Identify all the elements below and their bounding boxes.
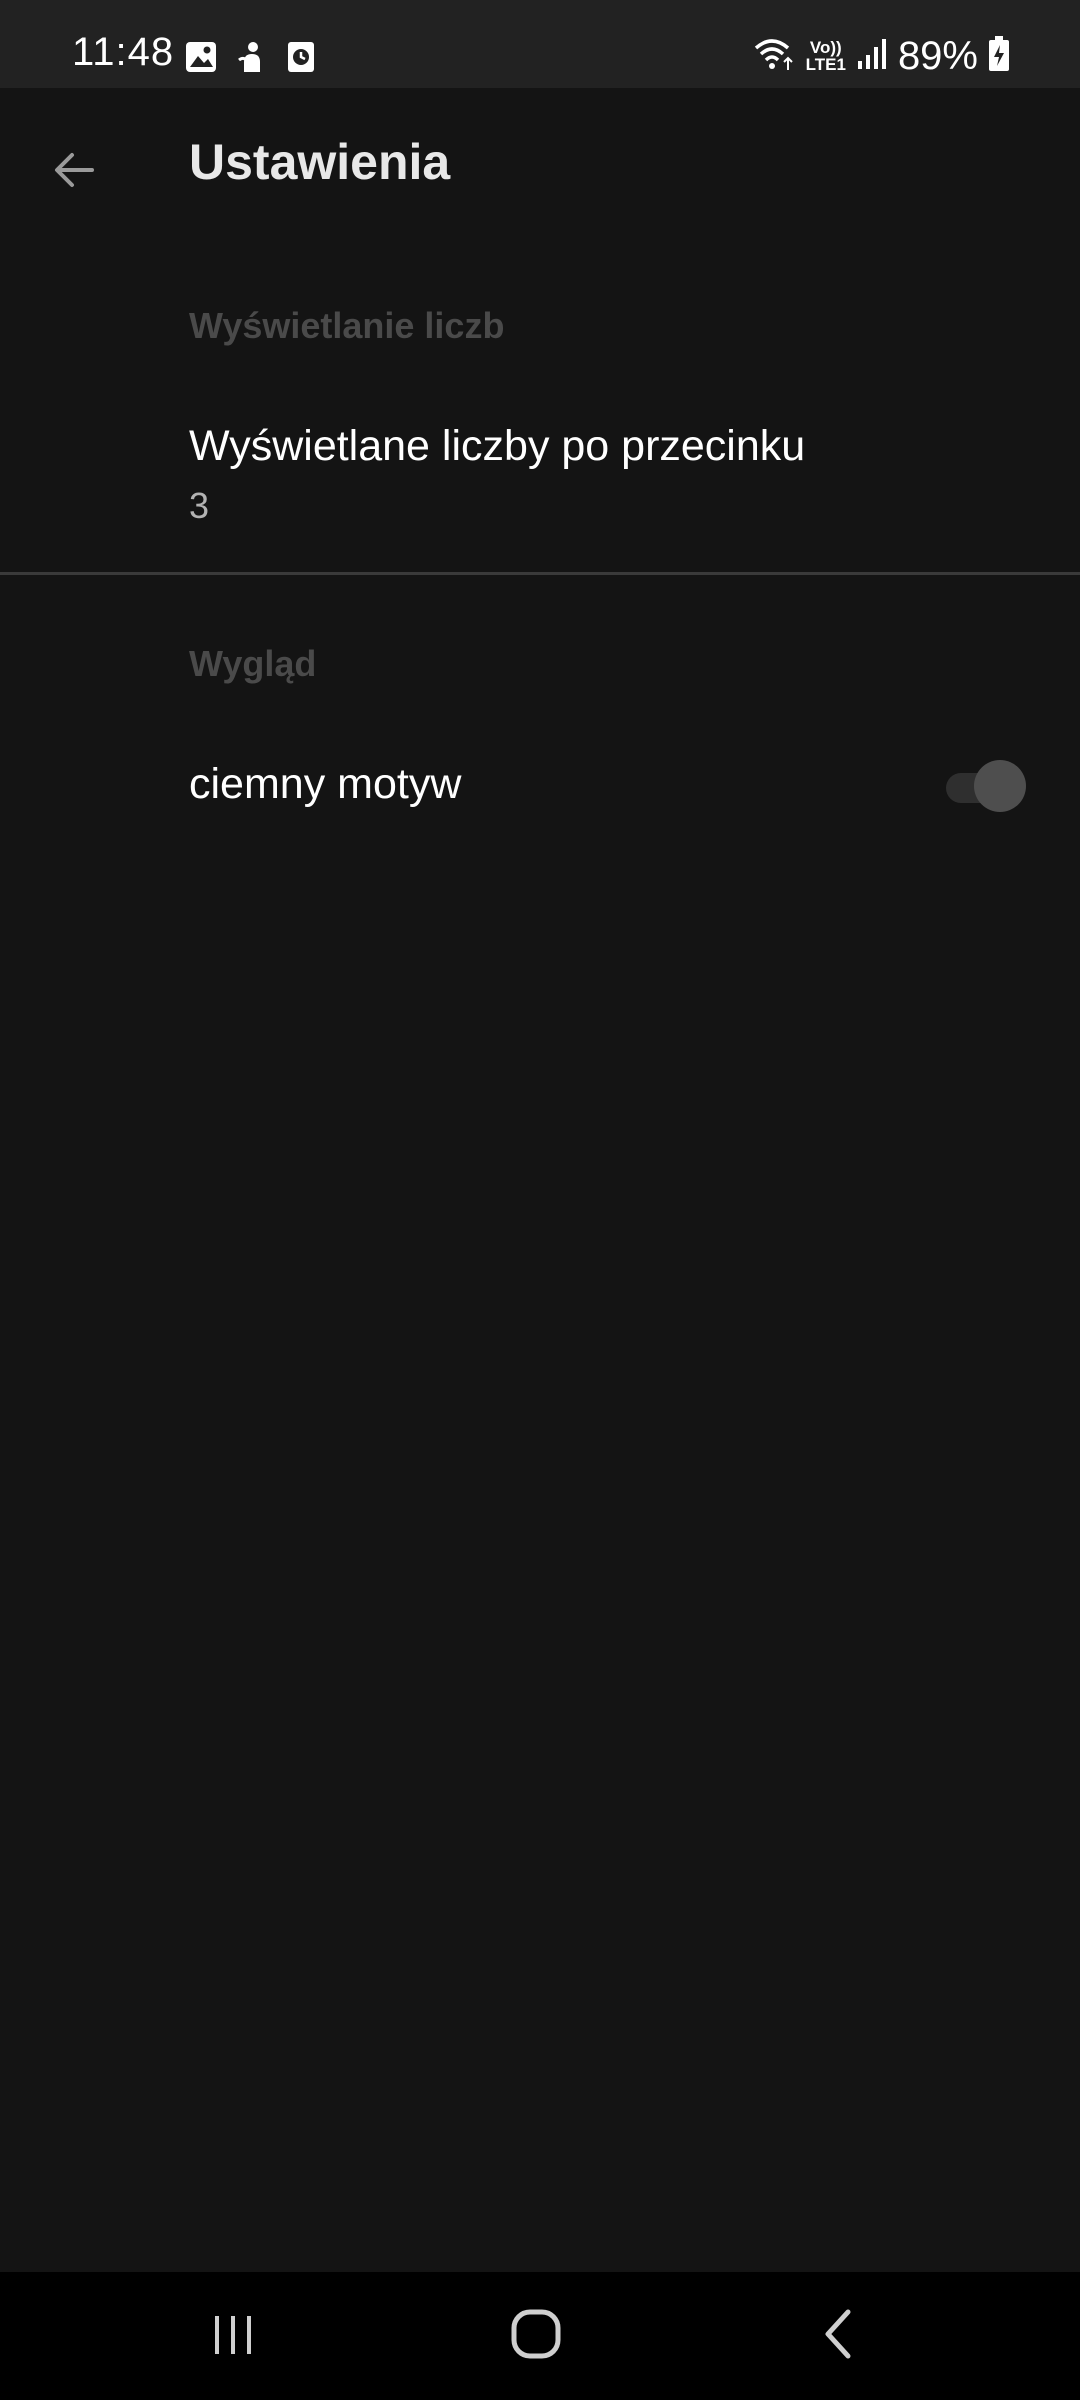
page-title: Ustawienia — [189, 134, 451, 190]
signal-icon — [856, 37, 888, 76]
app-notification-icon — [236, 40, 268, 79]
recent-apps-icon — [209, 2310, 257, 2363]
volte-label: Vo)) — [809, 38, 842, 57]
lte-label: LTE1 — [805, 55, 846, 74]
wifi-icon — [752, 36, 796, 77]
decimal-places-preference[interactable]: Wyświetlane liczby po przecinku 3 — [0, 400, 1080, 572]
back-icon — [816, 2308, 860, 2365]
app-toolbar: Ustawienia — [0, 88, 1080, 240]
home-icon — [509, 2307, 563, 2366]
battery-percentage: 89% — [897, 34, 978, 78]
image-icon — [184, 40, 218, 79]
status-system-icons: Vo)) LTE1 89% — [752, 34, 1010, 78]
settings-screen: 11:48 Vo)) LTE1 89% Ustawienia Wyświetla… — [0, 0, 1080, 2400]
battery-charging-icon — [988, 35, 1010, 77]
back-button[interactable] — [30, 128, 118, 216]
status-bar: 11:48 Vo)) LTE1 89% — [0, 0, 1080, 88]
switch-thumb — [974, 760, 1026, 812]
status-notification-icons — [184, 40, 316, 79]
category-appearance: Wygląd — [189, 643, 317, 684]
category-number-display: Wyświetlanie liczb — [189, 305, 505, 346]
section-divider — [0, 572, 1080, 575]
navigation-bar — [0, 2272, 1080, 2400]
recent-apps-button[interactable] — [183, 2296, 283, 2376]
arrow-back-icon — [50, 146, 98, 199]
system-back-button[interactable] — [788, 2296, 888, 2376]
volte-icon: Vo)) LTE1 — [806, 39, 846, 73]
dark-theme-title: ciemny motyw — [189, 760, 462, 808]
home-button[interactable] — [486, 2296, 586, 2376]
decimal-places-value: 3 — [189, 485, 210, 526]
clock-app-icon — [286, 40, 316, 79]
dark-theme-switch[interactable] — [944, 758, 1028, 814]
decimal-places-title: Wyświetlane liczby po przecinku — [189, 422, 806, 470]
dark-theme-preference[interactable]: ciemny motyw — [0, 728, 1080, 844]
status-time: 11:48 — [72, 30, 175, 74]
